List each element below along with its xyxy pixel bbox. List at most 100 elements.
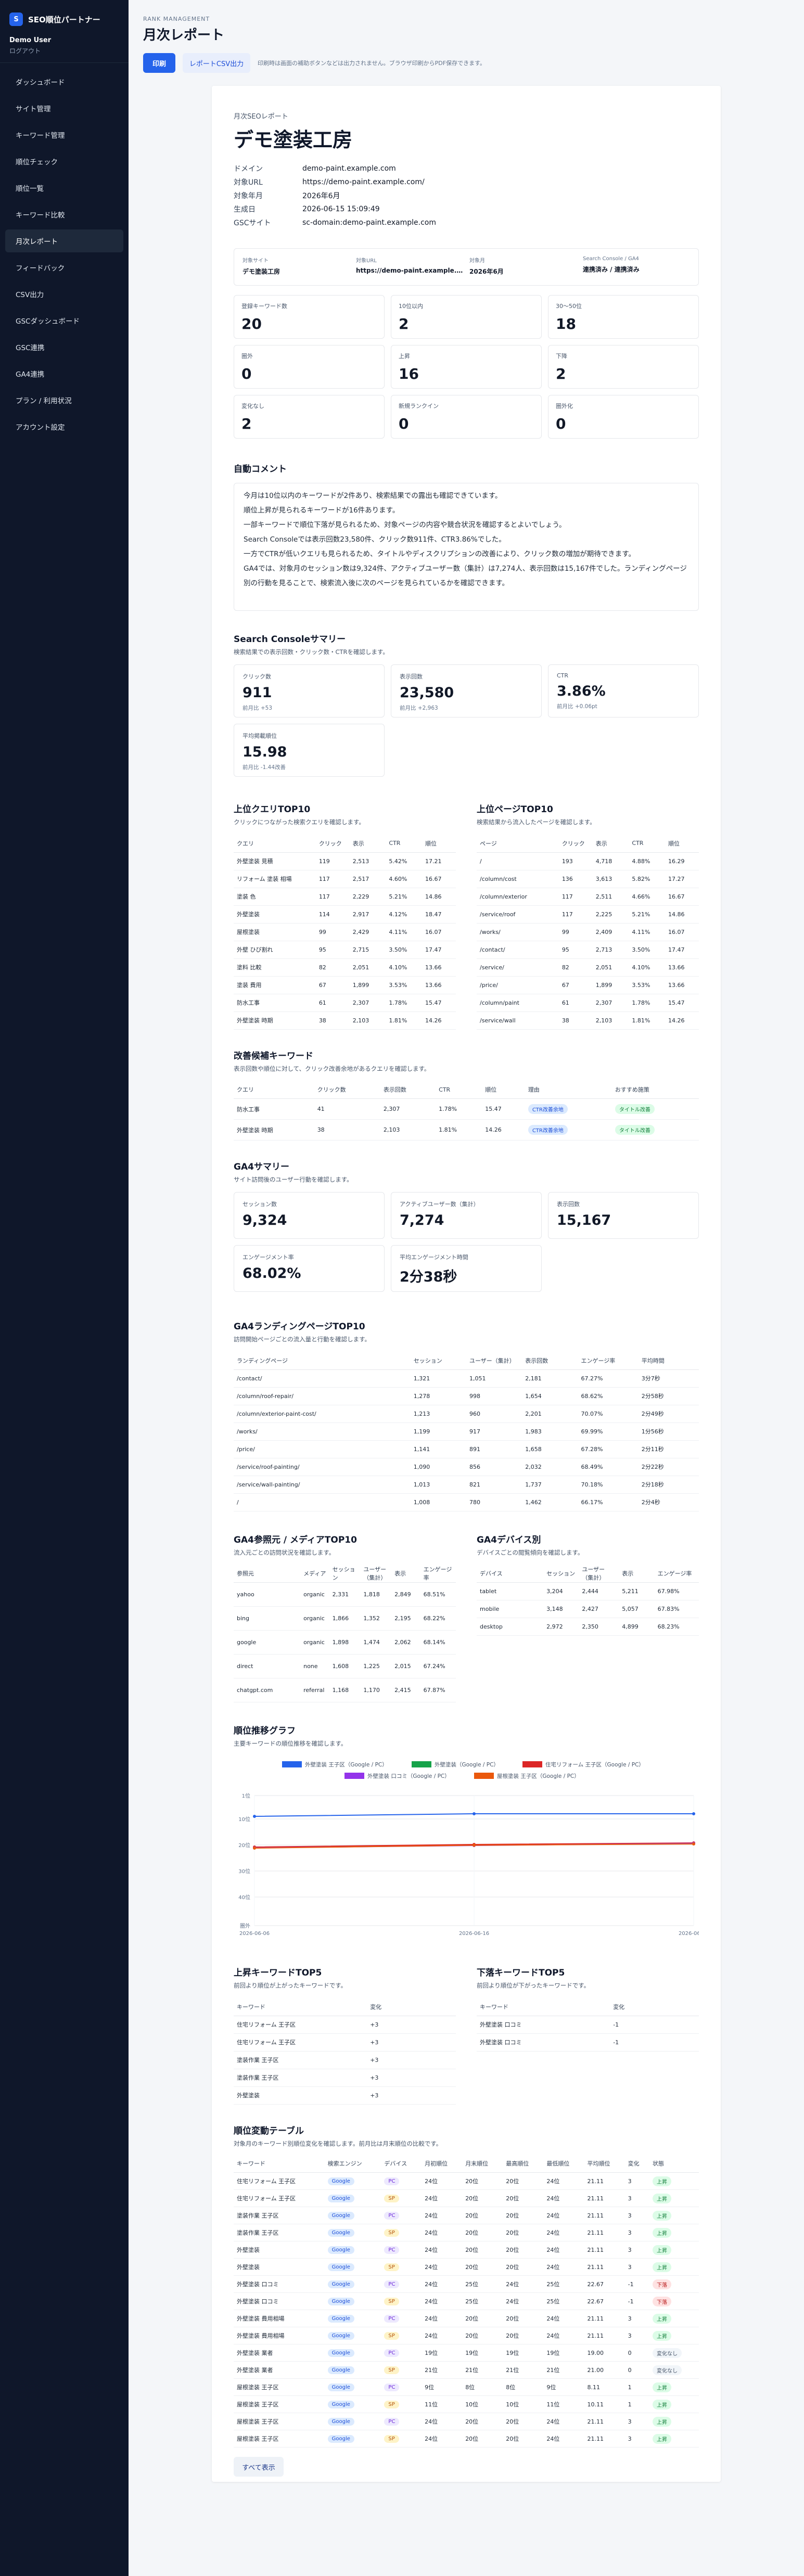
- card-label: 平均エンゲージメント時間: [400, 1254, 468, 1261]
- column-header: キーワード: [234, 2155, 325, 2173]
- table-cell: organic: [300, 1606, 329, 1631]
- table-cell: 15.47: [422, 994, 456, 1012]
- table-cell: 外壁塗装 口コミ: [234, 2292, 325, 2310]
- meta-row: 生成日 2026-06-15 15:09:49: [234, 202, 699, 216]
- table-cell: 193: [558, 852, 593, 870]
- table-cell: 14.86: [422, 888, 456, 906]
- table-cell: 24位: [543, 2327, 584, 2344]
- show-all-button[interactable]: すべて表示: [234, 2457, 284, 2477]
- table-row: 屋根塗装 王子区 Google SP 24位 20位 20位 24位 21.11 3 上昇: [234, 2430, 699, 2447]
- column-header: エンゲージ率: [420, 1565, 456, 1583]
- table-cell: 891: [466, 1440, 522, 1458]
- card-label: エンゲージメント率: [243, 1254, 294, 1261]
- table-cell: 1,008: [410, 1493, 466, 1511]
- comment-line: 順位上昇が見られるキーワードが16件あります。: [244, 506, 400, 515]
- sources-subtitle: 流入元ごとの訪問状況を確認します。: [234, 1548, 335, 1556]
- rank-line-chart: 外壁塗装 王子区（Google / PC） 外壁塗装（Google / PC） 住宅…: [238, 1761, 699, 1937]
- sidebar-item[interactable]: フィードバック: [5, 256, 123, 279]
- sidebar-item[interactable]: キーワード管理: [5, 123, 123, 146]
- table-row: 外壁塗装 口コミ -1: [477, 2033, 699, 2052]
- csv-export-button[interactable]: レポートCSV出力: [183, 53, 250, 73]
- sidebar-item[interactable]: アカウント設定: [5, 415, 123, 438]
- meta-label: 生成日: [234, 206, 256, 214]
- table-cell: 21.11: [584, 2189, 625, 2207]
- top-query-page-section: 上位クエリTOP10 クリックにつながった検索クエリを確認します。 クエリ クリッ…: [234, 802, 699, 1030]
- sidebar-item[interactable]: GSCダッシュボード: [5, 309, 123, 332]
- column-header: セッション: [410, 1352, 466, 1370]
- status-tag: PC: [384, 2211, 400, 2220]
- status-tag: PC: [384, 2349, 400, 2357]
- table-cell: 外壁塗装 時期: [234, 1119, 314, 1140]
- column-header: 平均時間: [638, 1352, 699, 1370]
- sidebar-item[interactable]: キーワード比較: [5, 203, 123, 226]
- table-cell: リフォーム 塗装 相場: [234, 870, 316, 888]
- table-row: /service/roof-painting/1,090 856 2,032 68.4…: [234, 1458, 699, 1476]
- table-header-row: キーワード 変化: [477, 1998, 699, 2016]
- table-cell: 5,057: [619, 1600, 655, 1618]
- table-cell: organic: [300, 1582, 329, 1607]
- status-tag: Google: [327, 2263, 354, 2271]
- sidebar-item[interactable]: ダッシュボード: [5, 70, 123, 93]
- table-cell: 66.17%: [578, 1493, 639, 1511]
- table-cell: 防水工事: [234, 1098, 314, 1120]
- sidebar: S SEO順位パートナー Demo User ログアウト ダッシュボード サイト管…: [0, 0, 129, 2576]
- y-tick-label: 20位: [238, 1842, 250, 1849]
- table-cell: 屋根塗装 王子区: [234, 2413, 325, 2430]
- table-cell: 20位: [462, 2327, 503, 2344]
- table-cell: 21.11: [584, 2172, 625, 2190]
- sidebar-item[interactable]: プラン / 利用状況: [5, 389, 123, 412]
- sidebar-item[interactable]: 順位チェック: [5, 150, 123, 173]
- sidebar-item[interactable]: GSC連携: [5, 336, 123, 358]
- table-cell: 25位: [462, 2292, 503, 2310]
- table-cell: Google: [324, 2275, 381, 2293]
- ga4-title: GA4サマリー: [234, 1162, 289, 1172]
- table-cell: 2,195: [391, 1606, 420, 1631]
- table-cell: 9位: [543, 2378, 584, 2396]
- legend-swatch: [282, 1761, 302, 1767]
- table-cell: Google: [324, 2241, 381, 2259]
- print-button[interactable]: 印刷: [143, 53, 175, 73]
- table-cell: 69.99%: [578, 1422, 639, 1441]
- table-cell: 20位: [462, 2207, 503, 2224]
- table-row: chatgpt.com referral 1,168 1,170 2,415 67.87%: [234, 1678, 456, 1702]
- sidebar-item[interactable]: CSV出力: [5, 283, 123, 305]
- card-value: 15.98: [243, 744, 287, 760]
- logout-link[interactable]: ログアウト: [9, 46, 119, 55]
- sidebar-item[interactable]: 順位一覧: [5, 176, 123, 199]
- table-cell: 2分18秒: [638, 1476, 699, 1494]
- table-cell: 2分22秒: [638, 1458, 699, 1476]
- table-cell: 67.87%: [420, 1678, 456, 1702]
- brand[interactable]: S SEO順位パートナー: [0, 0, 129, 33]
- table-cell: 20位: [462, 2430, 503, 2447]
- table-row: リフォーム 塗装 相場 117 2,517 4.60% 16.67: [234, 870, 456, 888]
- column-header: クリック: [315, 835, 350, 853]
- table-cell: 3: [624, 2310, 650, 2327]
- table-cell: 3,204: [543, 1582, 579, 1600]
- table-cell: 1,474: [360, 1630, 392, 1655]
- table-row: tablet 3,204 2,444 5,211 67.98%: [477, 1582, 699, 1600]
- column-header: 順位: [482, 1081, 525, 1099]
- column-header: 最高順位: [503, 2155, 544, 2173]
- table-cell: 3: [624, 2172, 650, 2190]
- table-row: 外壁塗装 114 2,917 4.12% 18.47: [234, 905, 456, 924]
- table-cell: 1,462: [522, 1493, 578, 1511]
- table-cell: Google: [324, 2361, 381, 2379]
- status-tag: 上昇: [653, 2245, 672, 2255]
- table-cell: 4.10%: [386, 958, 422, 977]
- table-cell: 24位: [422, 2430, 463, 2447]
- table-cell: /contact/: [477, 941, 559, 959]
- sidebar-item[interactable]: サイト管理: [5, 97, 123, 120]
- stat-value: 2: [556, 365, 566, 382]
- sidebar-item[interactable]: GA4連携: [5, 362, 123, 385]
- down5-subtitle: 前回より順位が下がったキーワードです。: [477, 1982, 590, 1989]
- table-cell: 2,229: [349, 888, 386, 906]
- ga4-subtitle: サイト訪問後のユーザー行動を確認します。: [234, 1176, 353, 1183]
- table-cell: /column/cost: [477, 870, 559, 888]
- status-tag: CTR改善余地: [528, 1104, 568, 1114]
- sidebar-item[interactable]: 月次レポート: [5, 229, 123, 252]
- series-point: [692, 1842, 695, 1846]
- stat-card: 変化なし 2: [234, 395, 385, 439]
- table-cell: 上昇: [649, 2189, 699, 2207]
- table-cell: 変化なし: [649, 2344, 699, 2362]
- sources-title: GA4参照元 / メディアTOP10: [234, 1534, 357, 1545]
